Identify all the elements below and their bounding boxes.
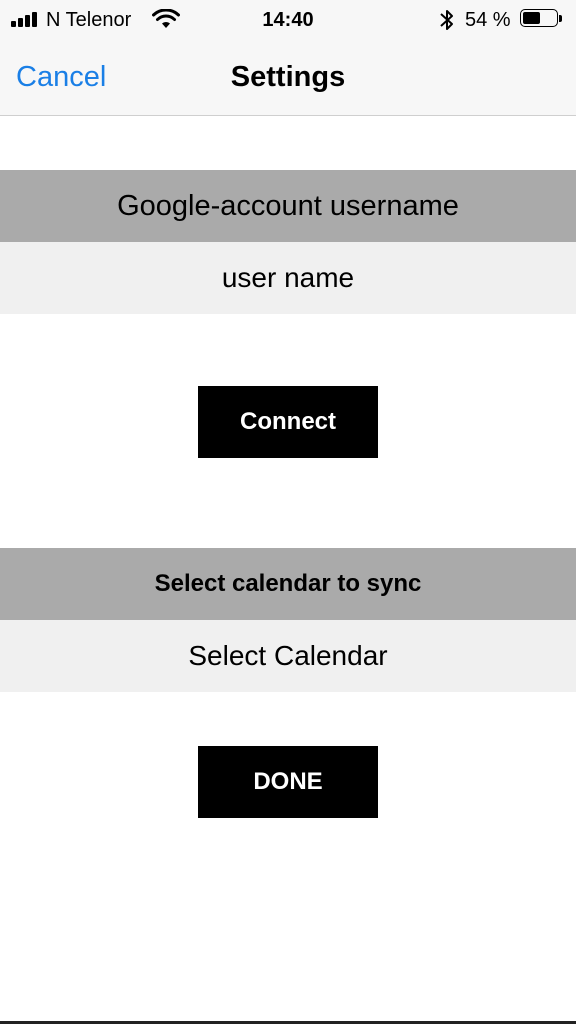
status-bar: N Telenor 14:40 54 % xyxy=(0,0,576,40)
connect-button[interactable]: Connect xyxy=(198,386,378,458)
select-calendar-field[interactable]: Select Calendar xyxy=(0,620,576,692)
username-field[interactable]: user name xyxy=(0,242,576,314)
calendar-section-header: Select calendar to sync xyxy=(0,548,576,620)
battery-icon xyxy=(520,9,564,29)
navigation-bar: Cancel Settings xyxy=(0,40,576,116)
battery-percentage: 54 % xyxy=(465,9,511,31)
account-section-header: Google-account username xyxy=(0,170,576,242)
settings-screen: N Telenor 14:40 54 % Cancel Settings Goo… xyxy=(0,0,576,1024)
bluetooth-icon xyxy=(440,10,453,30)
done-button[interactable]: DONE xyxy=(198,746,378,818)
page-title: Settings xyxy=(230,61,346,93)
